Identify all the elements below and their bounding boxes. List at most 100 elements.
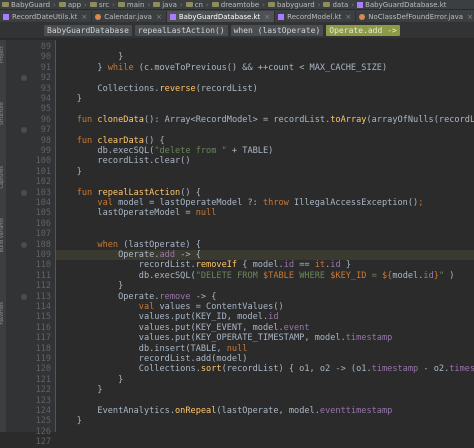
nav-crumb-4[interactable]: java (151, 1, 179, 9)
fold-marker-icon[interactable] (21, 189, 27, 196)
tab-recorddateutils-kt[interactable]: RecordDateUtils.kt × (0, 11, 93, 22)
code-token: (recordList) { o1, o2 -> (o1. (221, 364, 372, 375)
code-line-124[interactable]: EventAnalytics.onRepeal(lastOperate, mod… (56, 406, 474, 416)
code-token: remove (159, 291, 191, 302)
code-breadcrumb-2[interactable]: when (lastOperate) (230, 25, 324, 36)
tool-window-structure[interactable]: Structure (0, 102, 5, 125)
code-line-101[interactable]: } (56, 167, 474, 177)
nav-crumb-8[interactable]: data (321, 1, 350, 9)
fold-marker-icon[interactable] (21, 241, 27, 248)
nav-crumb-6[interactable]: dreamtobe (210, 1, 261, 9)
code-line-95[interactable] (56, 104, 474, 114)
code-line-116[interactable]: values.put(KEY_EVENT, model.event (56, 323, 474, 333)
line-number: 120 (35, 364, 51, 375)
nav-crumb-1[interactable]: app (57, 1, 83, 9)
code-line-90[interactable]: } (56, 52, 474, 62)
code-breadcrumb-0[interactable]: BabyGuardDatabase (44, 25, 132, 36)
close-icon[interactable]: × (467, 13, 473, 21)
tab-calendar-java[interactable]: Calendar.java × (92, 11, 167, 22)
nav-crumb-label: BabyGuardDatabase.kt (365, 0, 447, 9)
fold-marker-icon[interactable] (21, 293, 27, 300)
code-token: } (56, 94, 82, 104)
code-token: throw (262, 198, 295, 208)
nav-crumb-5[interactable]: cn (184, 1, 205, 9)
editor-tab-bar: RecordDateUtils.kt × Calendar.java × BabyGua… (0, 10, 474, 23)
code-token: while (107, 62, 134, 73)
code-line-108[interactable]: when (lastOperate) { (56, 240, 474, 250)
code-token: id (283, 260, 295, 271)
tool-window-project[interactable]: Project (0, 46, 5, 63)
code-line-120[interactable]: Collections.sort(recordList) { o1, o2 ->… (56, 364, 474, 374)
code-line-94[interactable]: } (56, 94, 474, 104)
code-token: db.insert(TABLE, (56, 343, 227, 354)
code-line-125[interactable]: } (56, 416, 474, 426)
tab-noclassdeffounderror-java[interactable]: NoClassDefFoundError.java × (356, 11, 474, 22)
code-token: } (56, 52, 124, 63)
code-line-126[interactable] (56, 427, 474, 432)
code-line-105[interactable]: lastOperateModel = null (56, 208, 474, 218)
editor-gutter: 89 90 91 92 93 94 95 96 97 98 99 100 101 102 103 104 105… (7, 40, 56, 447)
tab-babyguarddatabase-kt[interactable]: BabyGuardDatabase.kt × (166, 11, 276, 22)
code-line-113[interactable]: Operate.remove -> { (56, 292, 474, 302)
code-line-122[interactable]: } (56, 385, 474, 395)
code-line-102[interactable] (56, 177, 474, 187)
code-line-97[interactable] (56, 125, 474, 135)
nav-crumb-9[interactable]: BabyGuardDatabase.kt (355, 1, 448, 9)
code-line-112[interactable]: } (56, 281, 474, 291)
code-line-118[interactable]: db.insert(TABLE, null (56, 344, 474, 354)
code-token: "DELETE FROM (195, 270, 263, 281)
code-token: val (56, 302, 160, 312)
code-line-92[interactable] (56, 73, 474, 83)
code-line-96[interactable]: fun cloneData(): Array<RecordModel> = re… (56, 115, 474, 125)
tab-label: NoClassDefFoundError.java (368, 12, 464, 21)
code-line-114[interactable]: val values = ContentValues() (56, 302, 474, 312)
code-token: "delete from " (154, 146, 227, 156)
code-token: () { (180, 187, 201, 198)
tool-window-captures[interactable]: Captures (0, 166, 5, 189)
code-line-103[interactable]: fun repealLastAction() { (56, 188, 474, 198)
close-icon[interactable]: × (345, 13, 351, 21)
code-breadcrumb-1[interactable]: repealLastAction() (134, 25, 228, 36)
close-icon[interactable]: × (156, 13, 162, 21)
nav-crumb-label: cn (194, 0, 203, 9)
code-line-99[interactable]: db.execSQL("delete from " + TABLE) (56, 146, 474, 156)
code-line-91[interactable]: } while (c.moveToPrevious() && ++count <… (56, 63, 474, 73)
code-line-109[interactable]: Operate.add -> { (56, 250, 474, 261)
nav-crumb-3[interactable]: main (116, 1, 147, 9)
code-line-115[interactable]: values.put(KEY_ID, model.id (56, 312, 474, 322)
code-line-89[interactable] (56, 42, 474, 52)
code-line-117[interactable]: values.put(KEY_OPERATE_TIMESTAMP, model.… (56, 333, 474, 343)
code-line-110[interactable]: recordList.removeIf { model.id == it.id … (56, 260, 474, 270)
code-line-111[interactable]: db.execSQL("DELETE FROM $TABLE WHERE $KE… (56, 271, 474, 281)
tab-recordmodel-kt[interactable]: RecordModel.kt × (275, 11, 357, 22)
nav-crumb-0[interactable]: BabyGuard (0, 1, 52, 9)
code-line-93[interactable]: Collections.reverse(recordList) (56, 84, 474, 94)
close-icon[interactable]: × (81, 13, 87, 21)
nav-crumb-7[interactable]: babyguard (266, 1, 317, 9)
code-token: Operate. (56, 291, 160, 302)
tool-window-build-variants[interactable]: Build Variants (0, 218, 5, 252)
code-line-98[interactable]: fun clearData() { (56, 136, 474, 146)
code-editor[interactable]: } } while (c.moveToPrevious() && ++count… (56, 40, 474, 432)
code-token: (): Array<RecordModel> = recordList. (143, 114, 331, 125)
code-token: } (56, 62, 108, 73)
tool-window-favorites[interactable]: Favorites (0, 302, 5, 325)
code-token: EventAnalytics. (56, 406, 175, 416)
line-number: 104 (35, 198, 51, 208)
folder-icon (117, 2, 125, 7)
code-line-104[interactable]: val model = lastOperateModel ?: throw Il… (56, 198, 474, 208)
line-number: 106 (35, 218, 51, 229)
line-number: 112 (35, 281, 51, 292)
close-icon[interactable]: × (264, 13, 270, 21)
code-token: timestamp (371, 364, 419, 375)
code-line-119[interactable]: recordList.add(model) (56, 354, 474, 364)
code-line-106[interactable] (56, 219, 474, 229)
code-line-123[interactable] (56, 396, 474, 406)
code-line-107[interactable] (56, 229, 474, 239)
code-token: Operate. (56, 250, 160, 260)
code-line-100[interactable]: recordList.clear() (56, 156, 474, 166)
code-line-121[interactable]: } (56, 375, 474, 385)
nav-crumb-2[interactable]: src (88, 1, 111, 9)
code-token: + TABLE) (226, 146, 274, 156)
code-breadcrumb-3[interactable]: Operate.add -> (326, 25, 400, 36)
